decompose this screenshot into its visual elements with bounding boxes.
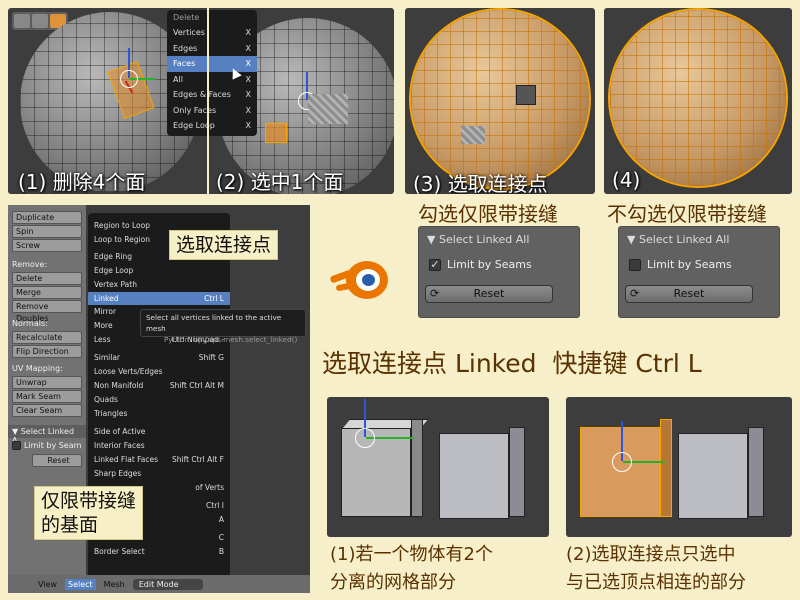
tool-mark-seam[interactable]: Mark Seam bbox=[12, 390, 82, 403]
tool-flip-direction[interactable]: Flip Direction bbox=[12, 345, 82, 358]
tool-remove-doubles[interactable]: Remove Doubles bbox=[12, 300, 82, 323]
caption-bottom-left-1: (1)若一个物体有2个 bbox=[330, 544, 493, 565]
operator-panel-checked[interactable]: ▼ Select Linked All ✓ Limit by Seams ⟳ Res… bbox=[418, 226, 580, 318]
tool-merge[interactable]: Merge bbox=[12, 286, 82, 299]
subcaption-step-4: 不勾选仅限带接缝 bbox=[607, 202, 767, 226]
tool-reset[interactable]: Reset bbox=[32, 454, 82, 467]
menu-item-non-manifold[interactable]: Non Manifold Shift Ctrl Alt M bbox=[88, 379, 230, 393]
operator-header-1[interactable]: ▼ Select Linked All bbox=[419, 227, 579, 252]
limit-by-seams-checkbox-1[interactable]: ✓ Limit by Seams bbox=[419, 252, 579, 277]
menu-item-side-of-active[interactable]: Side of Active bbox=[88, 425, 230, 439]
blender-logo bbox=[329, 253, 392, 303]
caption-step-1: (1) 删除4个面 bbox=[18, 170, 146, 194]
unselected-faces bbox=[461, 126, 485, 144]
remove-header: Remove: bbox=[12, 260, 48, 269]
menu-item-interior-faces[interactable]: Interior Faces bbox=[88, 439, 230, 453]
tool-duplicate[interactable]: Duplicate bbox=[12, 211, 82, 224]
menu-item-edges-faces[interactable]: Edges & Faces X bbox=[167, 87, 257, 103]
sphere-selected-full bbox=[610, 10, 786, 186]
subcaption-step-3: 勾选仅限带接缝 bbox=[418, 202, 558, 226]
normals-header: Normals: bbox=[12, 319, 48, 328]
menu-item-vertex-path[interactable]: Vertex Path bbox=[88, 278, 230, 292]
delete-menu-title: Delete bbox=[173, 13, 200, 22]
uv-header: UV Mapping: bbox=[12, 364, 63, 373]
viewport-cubes-after[interactable] bbox=[566, 397, 792, 537]
operator-header-2[interactable]: ▼ Select Linked All bbox=[619, 227, 779, 252]
tool-recalculate[interactable]: Recalculate bbox=[12, 331, 82, 344]
limit-by-seams-checkbox-2[interactable]: Limit by Seams bbox=[619, 252, 779, 277]
viewport-delete[interactable]: Delete Vertices X Edges X Faces X All X Edge… bbox=[8, 8, 394, 194]
tool-screw[interactable]: Screw bbox=[12, 239, 82, 252]
reset-button-2[interactable]: ⟳ Reset bbox=[625, 285, 753, 303]
menu-item-only-faces[interactable]: Only Faces X bbox=[167, 103, 257, 119]
delete-menu[interactable]: Delete Vertices X Edges X Faces X All X Edge… bbox=[167, 10, 257, 136]
edge-mode-icon[interactable] bbox=[32, 14, 48, 28]
menu-item-edge-loop[interactable]: Edge Loop X bbox=[167, 118, 257, 134]
sphere-selected-partial bbox=[411, 10, 589, 188]
seam-hole bbox=[516, 85, 536, 105]
viewport-linked-all[interactable]: (4) bbox=[604, 8, 792, 194]
selected-face-single bbox=[265, 123, 287, 143]
callout-linked: 选取连接点 bbox=[169, 230, 279, 260]
cube-left bbox=[341, 419, 430, 519]
checkbox-unchecked-icon[interactable] bbox=[629, 259, 641, 271]
viewport-linked-seams[interactable]: (3) 选取连接点 bbox=[405, 8, 595, 194]
reset-button-1[interactable]: ⟳ Reset bbox=[425, 285, 553, 303]
tooltip-python: Python: bpy.ops.mesh.select_linked() bbox=[164, 335, 298, 344]
callout-seam-base: 仅限带接缝 的基面 bbox=[34, 486, 144, 540]
tool-unwrap[interactable]: Unwrap bbox=[12, 376, 82, 389]
tooltip: Select all vertices linked to the active… bbox=[140, 309, 306, 344]
checkbox-checked-icon[interactable]: ✓ bbox=[429, 259, 441, 271]
menu-item-edges[interactable]: Edges X bbox=[167, 41, 257, 57]
refresh-icon: ⟳ bbox=[430, 287, 440, 300]
menu-item-quads[interactable]: Quads bbox=[88, 393, 230, 407]
caption-bottom-right-1: (2)选取连接点只选中 bbox=[566, 544, 736, 565]
refresh-icon: ⟳ bbox=[630, 287, 640, 300]
tool-clear-seam[interactable]: Clear Seam bbox=[12, 404, 82, 417]
menu-item-faces[interactable]: Faces X bbox=[167, 56, 257, 72]
menu-item-sharp-edges[interactable]: Sharp Edges bbox=[88, 467, 230, 481]
menu-item-linked[interactable]: Linked Ctrl L bbox=[88, 292, 230, 305]
menu-view[interactable]: View bbox=[38, 580, 57, 589]
menu-item-edge-loop[interactable]: Edge Loop bbox=[88, 264, 230, 278]
mode-dropdown[interactable]: Edit Mode bbox=[132, 578, 203, 590]
cube-right-unselected bbox=[678, 427, 768, 523]
menu-item-linked-flat-faces[interactable]: Linked Flat Faces Shift Ctrl Alt F bbox=[88, 453, 230, 467]
menu-mesh[interactable]: Mesh bbox=[104, 580, 125, 589]
menu-item-loose[interactable]: Loose Verts/Edges bbox=[88, 365, 230, 379]
viewport-cubes-before[interactable] bbox=[327, 397, 549, 537]
callout-seam-line2: 的基面 bbox=[41, 514, 99, 536]
limit-by-seam-option[interactable]: Limit by Seam bbox=[8, 438, 86, 453]
menu-item-triangles[interactable]: Triangles bbox=[88, 407, 230, 425]
menu-item-vertices[interactable]: Vertices X bbox=[167, 25, 257, 41]
header-bar[interactable]: View Select Mesh Edit Mode bbox=[8, 575, 310, 593]
callout-seam-line1: 仅限带接缝 bbox=[41, 490, 137, 512]
caption-step-2: (2) 选中1个面 bbox=[216, 170, 344, 194]
headline: 选取连接点 Linked 快捷键 Ctrl L bbox=[322, 349, 702, 378]
menu-item-similar[interactable]: Similar Shift G bbox=[88, 351, 230, 365]
caption-step-4: (4) bbox=[612, 168, 641, 192]
cube-right bbox=[439, 427, 529, 523]
operator-header[interactable]: ▼ Select Linked A bbox=[8, 425, 86, 445]
menu-select[interactable]: Select bbox=[64, 578, 96, 590]
tooltip-text: Select all vertices linked to the active… bbox=[146, 313, 282, 333]
caption-bottom-right-2: 与已选顶点相连的部分 bbox=[566, 572, 746, 593]
menu-item-all[interactable]: All X bbox=[167, 72, 257, 88]
caption-step-3: (3) 选取连接点 bbox=[413, 172, 548, 194]
tool-spin[interactable]: Spin bbox=[12, 225, 82, 238]
hole-faces bbox=[308, 94, 348, 124]
menu-item-border-select[interactable]: Border Select B bbox=[88, 545, 230, 559]
divider bbox=[207, 8, 209, 194]
vertex-mode-icon[interactable] bbox=[14, 14, 30, 28]
tool-delete[interactable]: Delete bbox=[12, 272, 82, 285]
operator-panel-unchecked[interactable]: ▼ Select Linked All Limit by Seams ⟳ Rese… bbox=[618, 226, 780, 318]
caption-bottom-left-2: 分离的网格部分 bbox=[330, 572, 456, 593]
